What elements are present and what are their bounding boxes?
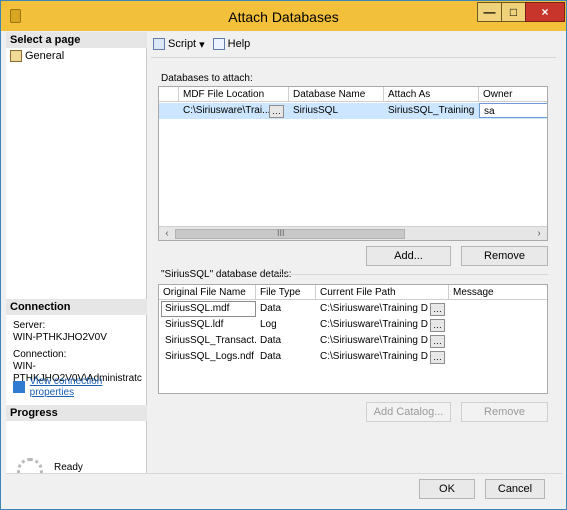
databases-to-attach-label: Databases to attach:: [161, 73, 253, 84]
database-details-label: "SiriusSQL" database details:: [161, 269, 292, 280]
col-mdf-file-location[interactable]: MDF File Location: [179, 87, 289, 102]
details-path-cell: C:\Siriusware\Training D...: [320, 335, 429, 346]
page-general-label: General: [25, 50, 65, 62]
script-label: Script: [168, 38, 197, 50]
details-grid[interactable]: Original File Name File Type Current Fil…: [158, 284, 548, 394]
scroll-thumb[interactable]: [175, 229, 405, 239]
col-attach-as[interactable]: Attach As: [384, 87, 479, 102]
view-connection-properties-text: View connection properties: [29, 376, 103, 398]
help-label: Help: [227, 38, 251, 50]
details-path-cell: C:\Siriusware\Training D...: [320, 303, 429, 314]
details-path-cell: C:\Siriusware\Training D...: [320, 351, 429, 362]
script-button[interactable]: Script ▾: [153, 38, 205, 51]
server-value: WIN-PTHKJHO2V0V: [13, 332, 107, 343]
browse-file-button[interactable]: …: [430, 319, 445, 332]
details-type-cell: Data: [260, 303, 282, 314]
title-bar: Attach Databases — □ ×: [1, 1, 566, 31]
details-name-cell: SiriusSQL.mdf: [165, 303, 230, 314]
remove-file-button[interactable]: Remove: [461, 402, 548, 422]
minimize-button[interactable]: —: [477, 2, 502, 22]
help-button[interactable]: Help: [212, 38, 251, 50]
toolbar-divider: [151, 57, 556, 58]
connection-label: Connection:: [13, 349, 67, 360]
attach-databases-window: Attach Databases — □ × Select a page Gen…: [0, 0, 567, 510]
left-pane: Select a page General Connection Server:…: [6, 32, 147, 484]
connection-header: Connection: [6, 299, 147, 315]
details-type-cell: Data: [260, 351, 282, 362]
maximize-button[interactable]: □: [501, 2, 526, 22]
horizontal-scrollbar[interactable]: ‹ III ›: [159, 226, 547, 240]
col-original-file-name[interactable]: Original File Name: [159, 285, 256, 300]
databases-grid[interactable]: MDF File Location Database Name Attach A…: [158, 86, 548, 241]
cancel-button[interactable]: Cancel: [485, 479, 545, 499]
details-type-cell: Log: [260, 319, 277, 330]
ok-button[interactable]: OK: [419, 479, 475, 499]
chevron-down-icon[interactable]: ▾: [199, 38, 205, 51]
browse-file-button[interactable]: …: [430, 303, 445, 316]
col-database-name[interactable]: Database Name: [289, 87, 384, 102]
help-icon: [212, 38, 225, 50]
dialog-footer: [6, 473, 562, 507]
browse-file-button[interactable]: …: [430, 351, 445, 364]
select-page-header: Select a page: [6, 32, 147, 48]
server-label: Server:: [13, 320, 46, 331]
page-general-item[interactable]: General: [10, 50, 64, 62]
close-button[interactable]: ×: [525, 2, 565, 22]
browse-mdf-button[interactable]: …: [269, 105, 284, 118]
add-catalog-button[interactable]: Add Catalog...: [366, 402, 451, 422]
details-name-cell: SiriusSQL_Logs.ndf: [165, 351, 254, 362]
details-type-cell: Data: [260, 335, 282, 346]
attach-dbname-cell: SiriusSQL: [293, 105, 339, 116]
details-path-cell: C:\Siriusware\Training D...: [320, 319, 429, 330]
row-header-corner: [159, 87, 179, 102]
script-icon: [153, 38, 165, 50]
col-file-type[interactable]: File Type: [256, 285, 316, 300]
scroll-right-icon[interactable]: ›: [533, 228, 545, 240]
scroll-thumb-grip: III: [277, 228, 285, 238]
details-name-cell: SiriusSQL.ldf: [165, 319, 224, 330]
attach-mdf-cell: C:\Siriusware\Trai...: [183, 105, 269, 116]
browse-file-button[interactable]: …: [430, 335, 445, 348]
view-connection-properties-link[interactable]: View connection properties: [13, 376, 146, 398]
toolbar: Script ▾ Help: [153, 35, 258, 53]
col-current-file-path[interactable]: Current File Path: [316, 285, 449, 300]
col-message[interactable]: Message: [449, 285, 547, 300]
properties-icon: [13, 381, 25, 393]
scroll-left-icon[interactable]: ‹: [161, 228, 173, 240]
details-name-cell: SiriusSQL_Transact...: [165, 335, 256, 346]
remove-database-button[interactable]: Remove: [461, 246, 548, 266]
progress-header: Progress: [6, 405, 147, 421]
page-icon: [10, 50, 22, 62]
col-owner[interactable]: Owner: [479, 87, 547, 102]
attach-as-cell: SiriusSQL_Training: [388, 105, 475, 116]
details-divider: [276, 274, 548, 275]
attach-owner-cell[interactable]: sa: [479, 103, 547, 118]
add-database-button[interactable]: Add...: [366, 246, 451, 266]
